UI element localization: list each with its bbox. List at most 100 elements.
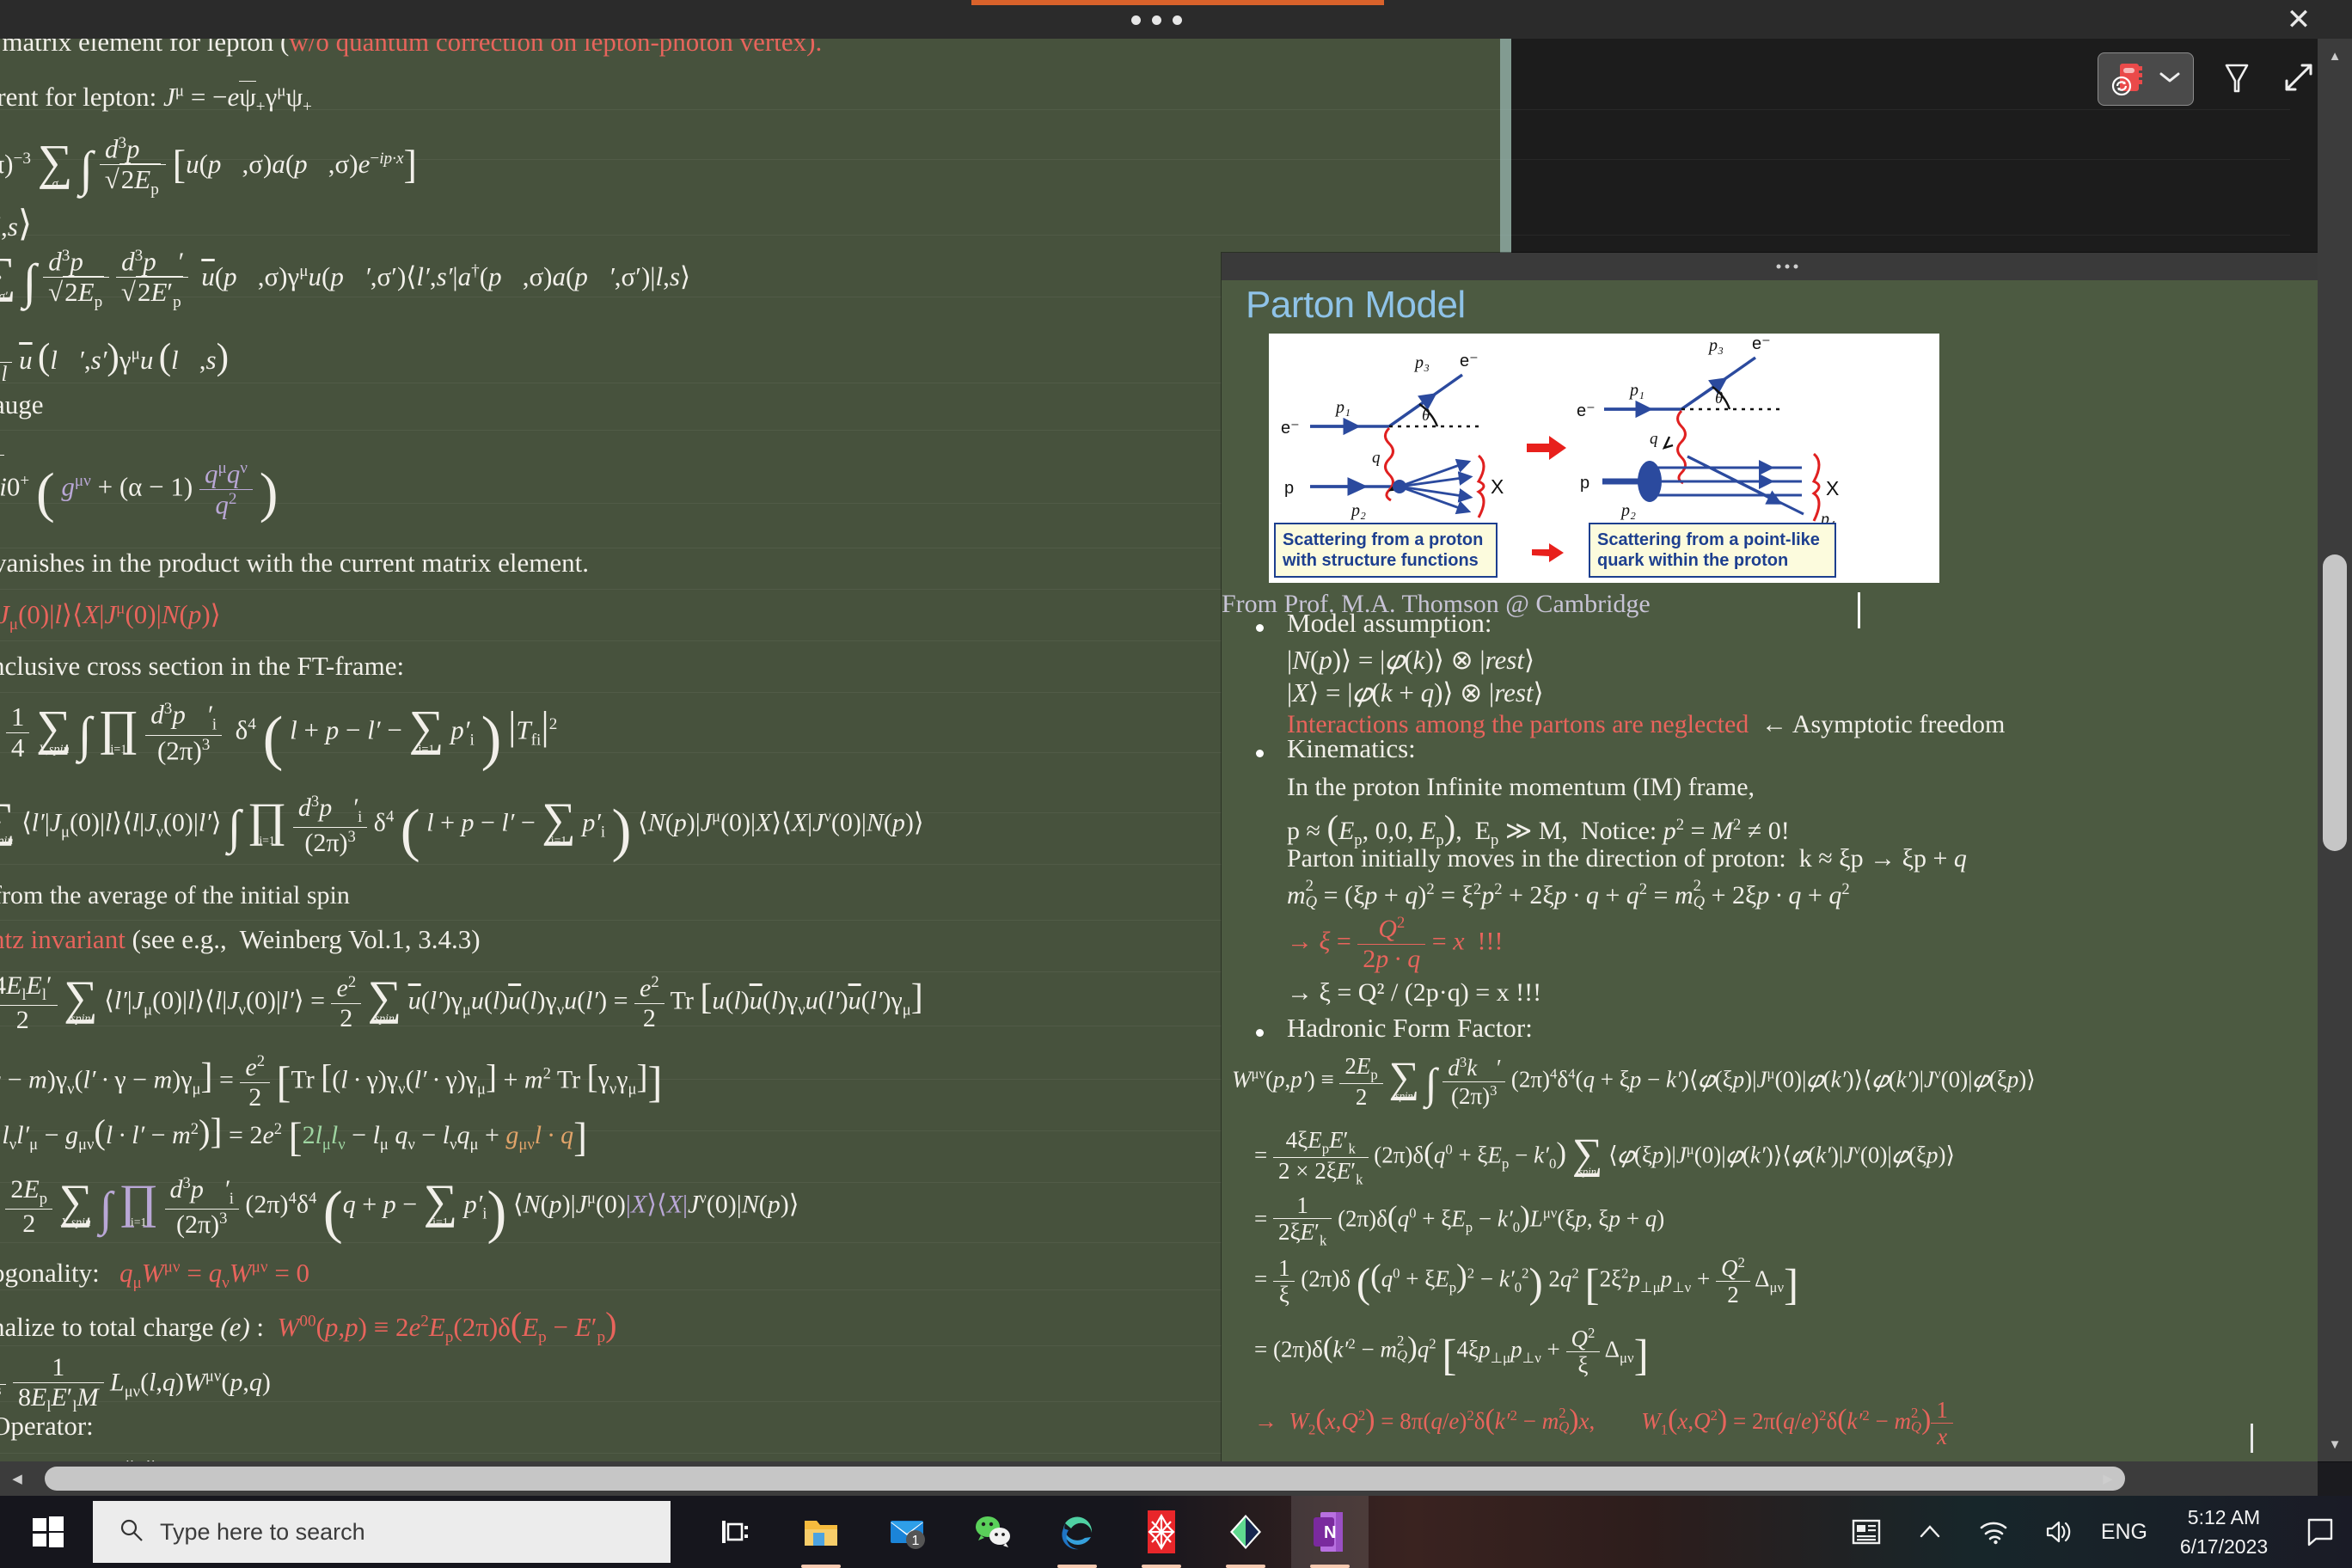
svg-text:e⁻: e⁻ [1577,401,1596,420]
close-button[interactable]: ✕ [2264,2,2333,38]
eq-line-15: ntz invariant (see e.g., Weinberg Vol.1,… [0,924,481,954]
eq-line-19: ≡ 2Ep2 ∑X,spin ∫ ∏i=1 d3p⃗′i(2π)3 (2π)4δ… [0,1175,799,1241]
eq-line-12: ′3 14 ∑X,spin ∫ ∏i=1 d3p⃗′i(2π)3 δ4 ( l … [0,700,557,769]
file-explorer-icon[interactable] [782,1496,860,1568]
eq-line-18: + lνl′μ − gμν(l · l′ − m2)] = 2e2 [2lμlν… [2,1112,588,1161]
eq-line-17: ·γ − m)γν(l′ · γ − m)γμ] = e22 [Tr [(l ·… [0,1052,663,1112]
svg-text:q: q [1650,430,1658,448]
fiddler-icon[interactable] [1207,1496,1284,1568]
eq-line-4: |l,s⟩ [0,205,33,244]
search-icon [119,1517,144,1547]
eq-line-23: Operator: [0,1411,94,1441]
pen-marker-icon[interactable] [2110,58,2150,101]
panel-drag-grip[interactable] [1222,253,2352,280]
eq-line-2: rrent for lepton: Jμ = −eψ+γμψ+ [0,81,312,117]
wifi-icon[interactable] [1962,1496,2025,1568]
text-caret [1858,592,1860,628]
eq-line-11: nclusive cross section in the FT-frame: [0,651,405,681]
panel-eq-xi: → ξ = Q2 2p · q = x !!! [1287,914,1504,973]
svg-text:X: X [1826,477,1839,499]
action-center-icon[interactable] [2288,1496,2352,1568]
panel-note-asymptotic: ← Asymptotic freedom [1761,710,2006,738]
eq-line-3: 2π)−3 ∑σ ∫ d3p⃗√2Ep [u(p⃗,σ)a(p⃗,σ)e−ip·… [0,133,417,199]
highlighter-icon[interactable] [2220,57,2254,102]
chevron-down-icon[interactable] [2159,70,2181,89]
search-input[interactable]: Type here to search [93,1501,671,1563]
panel-eq-w1w2: → W2(x,Q2) = 8π(q/e)2δ(k′2 − m 2 Q)x, W1(x… [1254,1398,1953,1449]
ink-toolbar[interactable] [2098,48,2318,110]
running-indicator [1057,1565,1097,1568]
horizontal-scrollbar[interactable]: ◀ ▶ [0,1461,2318,1496]
show-hidden-icons-chevron[interactable] [1898,1496,1962,1568]
svg-text:p₁: p₁ [1628,381,1645,400]
volume-icon[interactable] [2025,1496,2089,1568]
scroll-up-arrow[interactable]: ▲ [2318,39,2352,73]
clock[interactable]: 5:12 AM 6/17/2023 [2159,1496,2288,1568]
news-weather-icon[interactable] [1834,1496,1898,1568]
bullet-label-1: Model assumption: [1287,608,1492,638]
svg-text:p₂: p₂ [1350,501,1366,520]
svg-text:p₃: p₃ [1413,353,1430,372]
windows-start-icon[interactable] [12,1496,84,1568]
vertical-scrollbar[interactable]: ▲ ▼ [2318,39,2352,1461]
parton-model-content[interactable]: Parton Model θ q X e⁻ p₁ p₃ e⁻ p p₂ θ q … [1222,280,2352,1461]
panel-eq-mq: m2Q = (ξp + q)2 = ξ2p2 + 2ξp · q + q2 = … [1287,877,1850,911]
windows-taskbar[interactable]: Type here to search 1 N ENG 5:12 AM 6/17… [0,1496,2352,1568]
lecture-notes-equations[interactable]: t matrix element for lepton (w/o quantum… [0,39,1246,1461]
eq-line-10: ′|Jμ(0)|l⟩⟨X|Jμ(0)|N(p)⟩ [0,599,221,634]
eq-line-6: = l u (l⃗′,s′)γμu (l⃗,s) [0,335,229,386]
panel-line-dis: → ξ = Q² / (2p·q) = x !!! [1287,978,1542,1007]
panel-eq-step5: = (2π)δ(k′2 − m 2 Q)q2 [4ξp⊥μp⊥ν + Q2 ξ Δμν… [1254,1325,1649,1380]
panel-eq-step2: = 4ξEpE′k 2 × 2ξE′k (2π)δ(q0 + ξEp − k′0)… [1254,1127,1956,1188]
window-title-bar: ✕ [0,0,2352,39]
svg-text:e⁻: e⁻ [1752,334,1771,353]
eq-line-14: from the average of the initial spin [0,881,350,910]
svg-text:e⁻: e⁻ [1460,352,1479,371]
svg-text:e⁻: e⁻ [1281,419,1300,438]
figure-caption-left: Scattering from a proton with structure … [1274,523,1498,578]
mathematica-icon[interactable] [1123,1496,1200,1568]
panel-eq-step3: = 1 2ξE′k (2π)δ(q0 + ξEp − k′0)Lμν(ξp, ξp… [1254,1192,1665,1249]
vertical-scroll-thumb[interactable] [2323,554,2347,851]
search-placeholder: Type here to search [160,1518,365,1545]
horizontal-scroll-thumb[interactable] [45,1467,2125,1491]
svg-text:p₁: p₁ [1334,398,1351,417]
eq-line-5: ∑σ,σ′ ∫ d3p⃗√2Ep d3p⃗′√2E′p u(p⃗,σ)γμu(p… [0,246,691,312]
task-view-icon[interactable] [696,1496,774,1568]
pen-tool-chip[interactable] [2098,52,2194,106]
bullet-marker-1 [1256,624,1264,632]
clock-time: 5:12 AM [2187,1505,2261,1528]
panel-eq-wmunu: Wμν(p,p′) ≡ 2Ep 2 ∑ spin ∫ d3k⃗′ (2π)3 (2π)… [1232,1052,2036,1110]
running-indicator [1142,1565,1181,1568]
mail-icon[interactable]: 1 [868,1496,946,1568]
bullet-label-3: Hadronic Form Factor: [1287,1013,1533,1043]
expand-arrows-icon[interactable] [2280,58,2318,101]
panel-line-im-frame: In the proton Infinite momentum (IM) fra… [1287,773,1755,801]
figure-caption-right: Scattering from a point-like quark withi… [1589,523,1836,578]
panel-eq-1: |N(p)⟩ = |𝜑(k)⟩ ⊗ |rest⟩ [1287,645,1535,675]
svg-text:N: N [1324,1523,1336,1542]
wechat-icon[interactable] [954,1496,1032,1568]
eq-line-9: vanishes in the product with the current… [0,548,589,578]
scroll-right-arrow[interactable]: ▶ [2091,1461,2125,1496]
feynman-diagram-figure: θ q X e⁻ p₁ p₃ e⁻ p p₂ p₄ [1269,334,1939,583]
panel-line-parton-moves: Parton initially moves in the direction … [1287,844,1967,873]
eq-line-24: q) ≡ −gμν + qμqνq2 [0,1455,160,1461]
panel-title: Parton Model [1246,284,1466,326]
svg-text:p: p [1284,479,1294,498]
onenote-icon[interactable]: N [1291,1496,1369,1568]
system-tray[interactable]: ENG 5:12 AM 6/17/2023 [1834,1496,2352,1568]
window-drag-handle-dots[interactable] [1100,7,1212,33]
eq-line-16: 4ElEl′2 ∑spin ⟨l′|Jμ(0)|l⟩⟨l|Jν(0)|l′⟩ =… [0,972,923,1033]
bullet-label-2: Kinematics: [1287,733,1416,763]
svg-text:θ: θ [1715,389,1723,407]
orange-accent-bar [971,0,1384,5]
running-indicator [1310,1565,1350,1568]
text-caret-secondary [2251,1424,2253,1453]
clock-date: 6/17/2023 [2179,1535,2269,1558]
edge-browser-icon[interactable] [1038,1496,1116,1568]
scroll-down-arrow[interactable]: ▼ [2318,1427,2352,1461]
scroll-left-arrow[interactable]: ◀ [0,1461,34,1496]
eq-line-13: ∑X,spin ⟨l′|Jμ(0)|l⟩⟨l|Jν(0)|l′⟩ ∫ ∏i=1 … [0,793,924,863]
language-indicator[interactable]: ENG [2089,1520,2159,1545]
